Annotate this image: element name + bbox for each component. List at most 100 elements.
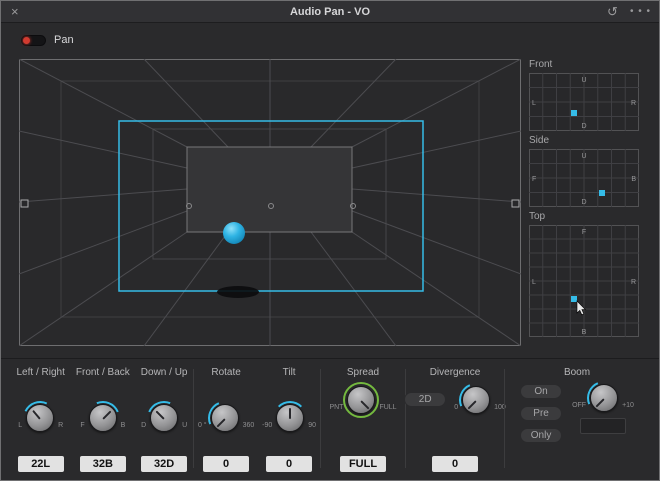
mini-views-column: Front U D L R Side U D F B Top F B L R bbox=[529, 59, 639, 346]
boom-knob[interactable] bbox=[581, 375, 627, 421]
tilt-label: Tilt bbox=[282, 367, 296, 378]
left-handle[interactable] bbox=[20, 199, 29, 208]
tilt-value[interactable]: 0 bbox=[266, 456, 313, 472]
toggle-on-dot bbox=[23, 36, 30, 44]
position-section: Left / Right L R 22L Front / Back F B 32… bbox=[11, 365, 193, 472]
spread-max-label: FULL bbox=[379, 404, 397, 411]
left-right-knob[interactable] bbox=[18, 396, 62, 440]
side-left-label: F bbox=[532, 176, 536, 183]
divergence-knob[interactable] bbox=[453, 377, 499, 423]
down-up-max-label: U bbox=[182, 422, 188, 429]
boom-knob-arc bbox=[581, 375, 627, 421]
side-view-group: Side U D F B bbox=[529, 135, 639, 207]
options-menu-icon[interactable]: • • • bbox=[630, 6, 651, 17]
reset-icon[interactable]: ↺ bbox=[607, 4, 618, 20]
divergence-min-label: 0 bbox=[454, 404, 459, 411]
down-up-label: Down / Up bbox=[140, 367, 188, 378]
titlebar: × Audio Pan - VO ↺ • • • bbox=[1, 1, 659, 23]
side-top-label: U bbox=[581, 153, 586, 160]
top-view-title: Top bbox=[529, 211, 546, 222]
right-handle[interactable] bbox=[511, 199, 520, 208]
pan-position-ball[interactable] bbox=[223, 222, 245, 244]
tilt-knob-arc bbox=[273, 401, 308, 435]
down-up-value[interactable]: 32D bbox=[141, 456, 188, 472]
front-back-knob[interactable] bbox=[80, 395, 125, 441]
tilt-knob[interactable] bbox=[273, 401, 308, 435]
front-top-label: U bbox=[581, 77, 586, 84]
left-right-knob-arc bbox=[18, 396, 62, 440]
down-up-knob[interactable] bbox=[141, 395, 187, 441]
tilt-max-label: 90 bbox=[308, 422, 317, 429]
rotate-group: Rotate 0 ° 360 0 bbox=[198, 365, 254, 472]
tilt-group: Tilt -90 90 0 bbox=[262, 365, 316, 472]
tilt-min-label: -90 bbox=[262, 422, 273, 429]
main-area: Front U D L R Side U D F B Top F B L R bbox=[1, 58, 659, 347]
front-back-label: Front / Back bbox=[75, 367, 130, 378]
spread-knob[interactable] bbox=[343, 382, 380, 418]
boom-value[interactable] bbox=[580, 418, 626, 434]
close-button[interactable]: × bbox=[11, 5, 19, 18]
top-top-label: F bbox=[582, 229, 586, 236]
spread-min-label: PNT bbox=[329, 404, 344, 411]
spread-ring bbox=[343, 382, 380, 418]
divergence-2d-button[interactable]: 2D bbox=[404, 392, 447, 407]
divergence-section: Divergence 2D 0 100 0 bbox=[404, 365, 506, 472]
boom-pre-button[interactable]: Pre bbox=[520, 406, 563, 421]
spread-value[interactable]: FULL bbox=[340, 456, 386, 472]
rotate-max-label: 360 bbox=[242, 422, 255, 429]
window-title: Audio Pan - VO bbox=[289, 5, 371, 18]
front-back-max-label: B bbox=[120, 422, 126, 429]
top-right-label: R bbox=[631, 279, 636, 286]
front-view-group: Front U D L R bbox=[529, 59, 639, 131]
audio-pan-window: × Audio Pan - VO ↺ • • • Pan Front U D L… bbox=[0, 0, 660, 481]
pan-3d-view[interactable] bbox=[18, 58, 522, 347]
top-position-marker[interactable] bbox=[571, 296, 577, 302]
left-right-min-label: L bbox=[18, 422, 23, 429]
front-back-min-label: F bbox=[80, 422, 85, 429]
pan-toggle-label: Pan bbox=[54, 34, 74, 46]
down-up-group: Down / Up D U 32D bbox=[140, 365, 188, 472]
rotate-value[interactable]: 0 bbox=[203, 456, 250, 472]
down-up-knob-arc bbox=[141, 395, 187, 441]
boom-section: Boom On Pre Only OFF +10 bbox=[505, 365, 649, 472]
side-view[interactable]: U D F B bbox=[529, 149, 639, 207]
left-right-max-label: R bbox=[58, 422, 64, 429]
front-back-knob-arc bbox=[80, 395, 125, 441]
left-right-label: Left / Right bbox=[16, 367, 65, 378]
boom-only-button[interactable]: Only bbox=[520, 428, 563, 443]
front-left-label: L bbox=[532, 100, 536, 107]
boom-label: Boom bbox=[563, 367, 591, 378]
front-position-marker[interactable] bbox=[571, 110, 577, 116]
front-right-label: R bbox=[631, 100, 636, 107]
pan-toggle-row: Pan bbox=[21, 33, 659, 47]
top-view-group: Top F B L R bbox=[529, 211, 639, 337]
divergence-value[interactable]: 0 bbox=[432, 456, 478, 472]
pan-ball-shadow bbox=[217, 286, 259, 298]
divergence-knob-arc bbox=[453, 377, 499, 423]
pan-toggle[interactable] bbox=[21, 34, 46, 46]
boom-on-button[interactable]: On bbox=[520, 384, 563, 399]
boom-max-label: +10 bbox=[622, 402, 634, 409]
side-view-title: Side bbox=[529, 135, 550, 146]
top-bottom-label: B bbox=[582, 329, 587, 336]
rotate-knob-arc bbox=[202, 395, 247, 441]
front-view-title: Front bbox=[529, 59, 553, 70]
side-right-label: B bbox=[631, 176, 636, 183]
front-bottom-label: D bbox=[581, 123, 586, 130]
front-back-value[interactable]: 32B bbox=[79, 456, 126, 472]
side-position-marker[interactable] bbox=[599, 190, 605, 196]
down-up-min-label: D bbox=[141, 422, 147, 429]
spread-label: Spread bbox=[346, 367, 380, 378]
side-bottom-label: D bbox=[581, 199, 586, 206]
top-left-label: L bbox=[532, 279, 536, 286]
controls-panel: Left / Right L R 22L Front / Back F B 32… bbox=[1, 359, 659, 480]
divergence-label: Divergence bbox=[429, 367, 481, 378]
left-right-value[interactable]: 22L bbox=[17, 456, 64, 472]
screen-rect bbox=[186, 146, 353, 233]
rotate-min-label: 0 ° bbox=[197, 422, 207, 429]
rotate-tilt-section: Rotate 0 ° 360 0 Tilt -90 90 0 bbox=[194, 365, 320, 472]
front-view[interactable]: U D L R bbox=[529, 73, 639, 131]
top-view[interactable]: F B L R bbox=[529, 225, 639, 337]
rotate-knob[interactable] bbox=[202, 395, 247, 441]
front-back-group: Front / Back F B 32B bbox=[76, 365, 130, 472]
